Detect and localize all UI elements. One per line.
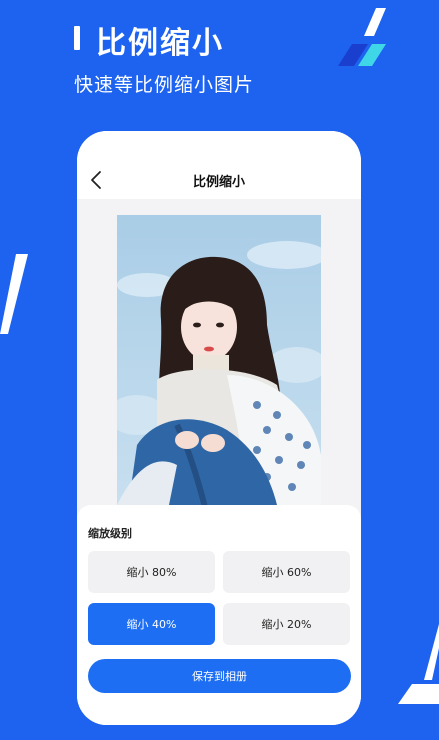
promo-title: 比例缩小: [96, 26, 224, 61]
nav-bar: 比例缩小: [77, 131, 361, 199]
bottom-right-deco-shapes: [398, 624, 439, 704]
scale-option-20[interactable]: 缩小 20%: [223, 603, 350, 645]
title-accent-bar: [74, 26, 80, 50]
left-white-stripe: [0, 254, 28, 334]
scale-option-80[interactable]: 缩小 80%: [88, 551, 215, 593]
screen-title: 比例缩小: [192, 175, 245, 190]
top-right-deco-shapes: [338, 8, 386, 66]
scale-panel: 缩放级别 缩小 80% 缩小 60% 缩小 40% 缩小 20% 保存到相册: [77, 505, 361, 725]
scale-panel-title: 缩放级别: [88, 527, 132, 540]
promo-subtitle: 快速等比例缩小图片: [74, 74, 255, 96]
phone-frame: 比例缩小 缩放级别 缩小 80% 缩小 60% 缩小 40% 缩小 20% 保存…: [77, 131, 361, 725]
scale-option-40[interactable]: 缩小 40%: [88, 603, 215, 645]
scale-option-60[interactable]: 缩小 60%: [223, 551, 350, 593]
save-to-album-button[interactable]: 保存到相册: [88, 659, 351, 693]
preview-photo: [117, 215, 321, 515]
